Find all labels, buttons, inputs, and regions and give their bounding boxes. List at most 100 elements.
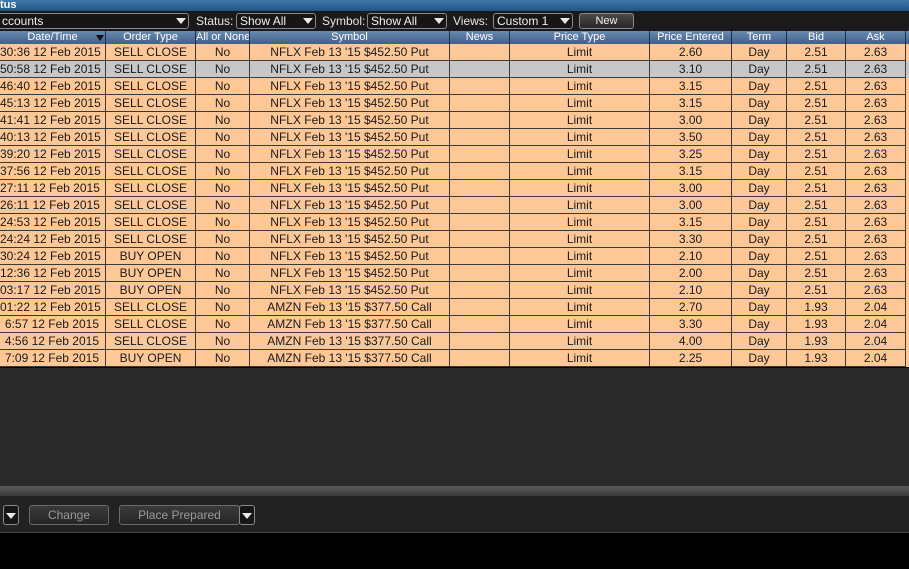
- cell-news: [450, 112, 510, 129]
- column-header-price-entered[interactable]: Price Entered: [650, 31, 732, 44]
- cell-order-type: SELL CLOSE: [106, 78, 196, 95]
- cell-bid: 2.51: [787, 61, 846, 78]
- table-row[interactable]: 03:17 12 Feb 2015 BUY OPEN No NFLX Feb 13 '…: [0, 282, 909, 299]
- cell-symbol: NFLX Feb 13 '15 $452.50 Put: [250, 231, 450, 248]
- cell-all-or-none: No: [196, 299, 250, 316]
- table-header: Date/Time Order Type All or None Symbol News…: [0, 31, 909, 44]
- cell-bid: 1.93: [787, 350, 846, 367]
- cell-news: [450, 333, 510, 350]
- cell-term: Day: [732, 350, 787, 367]
- cell-order-type: BUY OPEN: [106, 248, 196, 265]
- cell-ask: 2.63: [846, 163, 906, 180]
- cell-term: Day: [732, 231, 787, 248]
- cell-bid: 2.51: [787, 146, 846, 163]
- table-row[interactable]: 41:41 12 Feb 2015 SELL CLOSE No NFLX Feb 13…: [0, 112, 909, 129]
- cell-bid: 2.51: [787, 44, 846, 61]
- cell-term: Day: [732, 265, 787, 282]
- cell-bid: 1.93: [787, 333, 846, 350]
- order-status-window: tus ccounts Status: Show All Symbol: Sho…: [0, 0, 909, 569]
- table-row[interactable]: 37:56 12 Feb 2015 SELL CLOSE No NFLX Feb 13…: [0, 163, 909, 180]
- table-row[interactable]: 30:24 12 Feb 2015 BUY OPEN No NFLX Feb 13 '…: [0, 248, 909, 265]
- table-row[interactable]: 30:36 12 Feb 2015 SELL CLOSE No NFLX Feb 13…: [0, 44, 909, 61]
- cell-date-time: 39:20 12 Feb 2015: [0, 146, 106, 163]
- cell-symbol: NFLX Feb 13 '15 $452.50 Put: [250, 197, 450, 214]
- cell-all-or-none: No: [196, 316, 250, 333]
- filter-bar: ccounts Status: Show All Symbol: Show Al…: [0, 11, 909, 31]
- column-header-ask[interactable]: Ask: [846, 31, 906, 44]
- cell-price-entered: 3.15: [650, 95, 732, 112]
- cell-term: Day: [732, 146, 787, 163]
- views-dropdown[interactable]: Custom 1: [493, 13, 573, 29]
- cell-price-entered: 3.00: [650, 180, 732, 197]
- cell-price-type: Limit: [510, 78, 650, 95]
- cell-term: Day: [732, 282, 787, 299]
- cell-price-type: Limit: [510, 248, 650, 265]
- cell-news: [450, 163, 510, 180]
- column-header-term[interactable]: Term: [732, 31, 787, 44]
- cell-price-type: Limit: [510, 129, 650, 146]
- cell-price-type: Limit: [510, 95, 650, 112]
- cell-price-type: Limit: [510, 316, 650, 333]
- table-row[interactable]: 50:58 12 Feb 2015 SELL CLOSE No NFLX Feb 13…: [0, 61, 909, 78]
- table-row[interactable]: 39:20 12 Feb 2015 SELL CLOSE No NFLX Feb 13…: [0, 146, 909, 163]
- table-row[interactable]: 24:53 12 Feb 2015 SELL CLOSE No NFLX Feb 13…: [0, 214, 909, 231]
- chevron-down-icon: [176, 18, 186, 24]
- place-prepared-button[interactable]: Place Prepared: [119, 505, 240, 525]
- cell-term: Day: [732, 163, 787, 180]
- table-row[interactable]: 7:09 12 Feb 2015 BUY OPEN No AMZN Feb 13 '1…: [0, 350, 909, 367]
- table-row[interactable]: 24:24 12 Feb 2015 SELL CLOSE No NFLX Feb 13…: [0, 231, 909, 248]
- cell-symbol: NFLX Feb 13 '15 $452.50 Put: [250, 163, 450, 180]
- chevron-down-icon: [434, 18, 444, 24]
- column-header-order-type[interactable]: Order Type: [106, 31, 196, 44]
- cell-price-entered: 3.15: [650, 163, 732, 180]
- new-view-button[interactable]: New: [579, 13, 634, 29]
- table-row[interactable]: 46:40 12 Feb 2015 SELL CLOSE No NFLX Feb 13…: [0, 78, 909, 95]
- cell-price-entered: 2.00: [650, 265, 732, 282]
- cell-bid: 2.51: [787, 265, 846, 282]
- column-header-symbol[interactable]: Symbol: [250, 31, 450, 44]
- column-header-all-or-none[interactable]: All or None: [196, 31, 250, 44]
- cell-price-type: Limit: [510, 350, 650, 367]
- column-header-bid[interactable]: Bid: [787, 31, 846, 44]
- cell-ask: 2.04: [846, 333, 906, 350]
- cell-symbol: AMZN Feb 13 '15 $377.50 Call: [250, 333, 450, 350]
- table-row[interactable]: 45:13 12 Feb 2015 SELL CLOSE No NFLX Feb 13…: [0, 95, 909, 112]
- cell-news: [450, 299, 510, 316]
- cell-news: [450, 197, 510, 214]
- cell-all-or-none: No: [196, 44, 250, 61]
- table-row[interactable]: 01:22 12 Feb 2015 SELL CLOSE No AMZN Feb 13…: [0, 299, 909, 316]
- cell-bid: 2.51: [787, 180, 846, 197]
- column-header-news[interactable]: News: [450, 31, 510, 44]
- cell-all-or-none: No: [196, 231, 250, 248]
- column-header-date-time[interactable]: Date/Time: [0, 31, 106, 44]
- cell-news: [450, 146, 510, 163]
- table-row[interactable]: 27:11 12 Feb 2015 SELL CLOSE No NFLX Feb 13…: [0, 180, 909, 197]
- cell-all-or-none: No: [196, 350, 250, 367]
- cell-ask: 2.63: [846, 44, 906, 61]
- symbol-dropdown-value: Show All: [371, 14, 418, 28]
- cell-all-or-none: No: [196, 282, 250, 299]
- status-dropdown[interactable]: Show All: [236, 13, 316, 29]
- symbol-dropdown[interactable]: Show All: [367, 13, 447, 29]
- table-row[interactable]: 12:36 12 Feb 2015 BUY OPEN No NFLX Feb 13 '…: [0, 265, 909, 282]
- table-row[interactable]: 26:11 12 Feb 2015 SELL CLOSE No NFLX Feb 13…: [0, 197, 909, 214]
- cell-price-type: Limit: [510, 299, 650, 316]
- accounts-dropdown[interactable]: ccounts: [0, 13, 189, 29]
- table-row[interactable]: 6:57 12 Feb 2015 SELL CLOSE No AMZN Feb 13 …: [0, 316, 909, 333]
- table-row[interactable]: 40:13 12 Feb 2015 SELL CLOSE No NFLX Feb 13…: [0, 129, 909, 146]
- pane-splitter[interactable]: [0, 486, 909, 496]
- cell-price-type: Limit: [510, 146, 650, 163]
- place-prepared-dropdown-toggle[interactable]: [239, 505, 255, 525]
- column-header-price-type[interactable]: Price Type: [510, 31, 650, 44]
- change-button[interactable]: Change: [29, 505, 109, 525]
- cell-order-type: SELL CLOSE: [106, 61, 196, 78]
- cell-term: Day: [732, 129, 787, 146]
- cell-price-type: Limit: [510, 265, 650, 282]
- bottom-toolbar: Change Place Prepared: [0, 496, 909, 532]
- table-row[interactable]: 4:56 12 Feb 2015 SELL CLOSE No AMZN Feb 13 …: [0, 333, 909, 350]
- cell-term: Day: [732, 180, 787, 197]
- cell-order-type: SELL CLOSE: [106, 112, 196, 129]
- left-dropdown-toggle[interactable]: [3, 505, 19, 525]
- cell-order-type: SELL CLOSE: [106, 231, 196, 248]
- cell-symbol: NFLX Feb 13 '15 $452.50 Put: [250, 44, 450, 61]
